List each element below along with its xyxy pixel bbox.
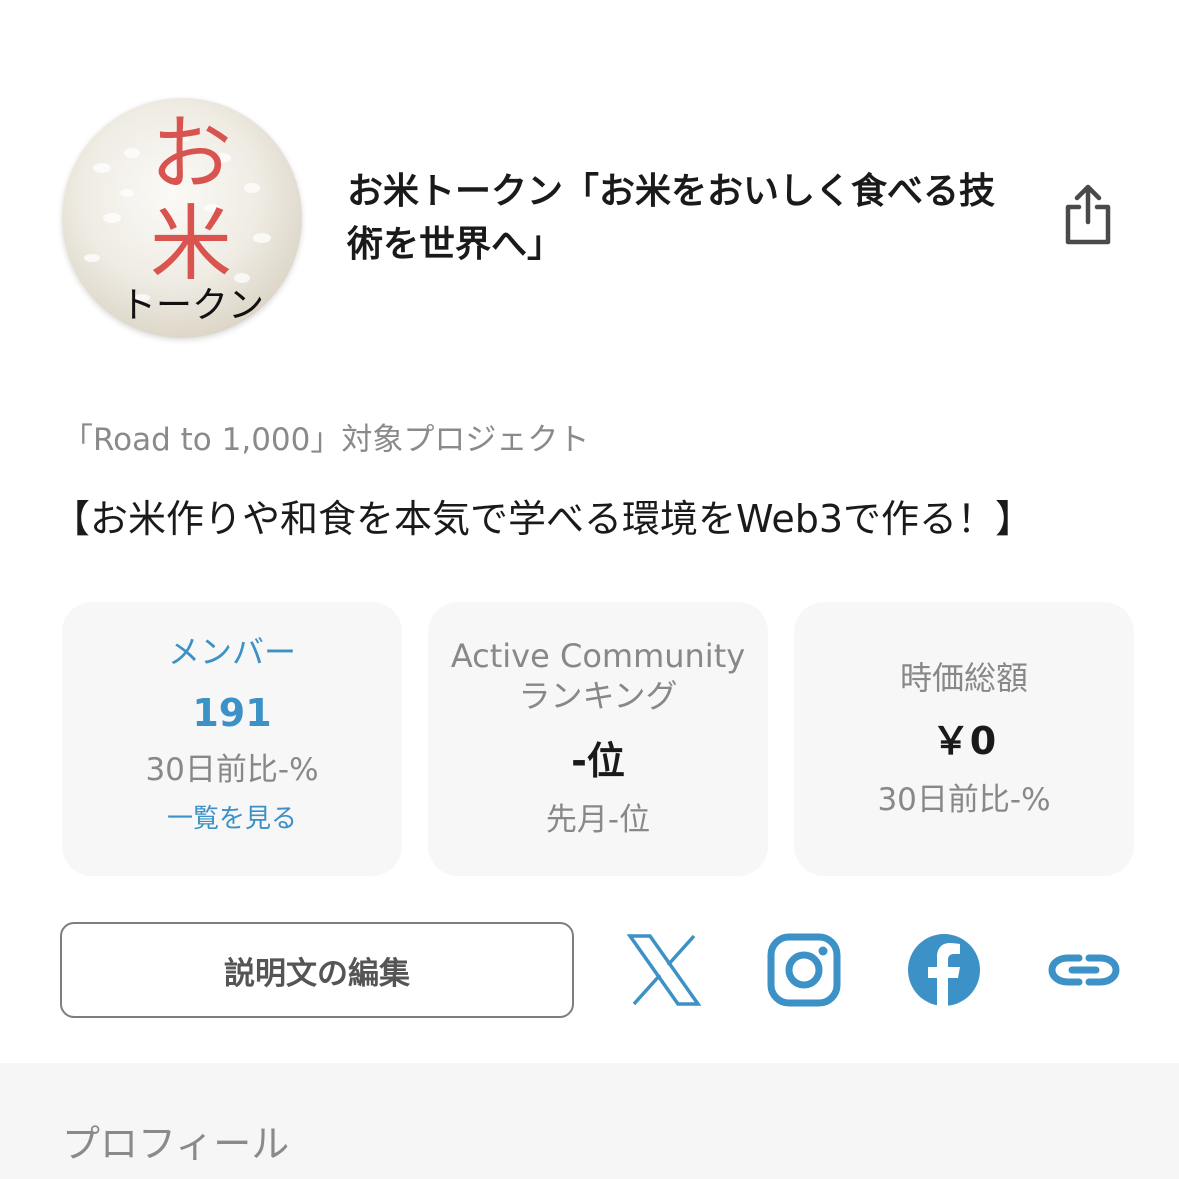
ranking-label: Active Community ランキング [428,602,768,716]
ranking-value: -位 [571,739,625,783]
x-icon[interactable] [626,932,702,1008]
logo-subtext: トークン [120,285,265,326]
ranking-label-line2: ランキング [518,677,678,715]
market-cap-card: 時価総額 ￥0 30日前比-% [794,602,1134,876]
market-cap-label: 時価総額 [899,659,1028,697]
view-members-link[interactable]: 一覧を見る [62,802,402,836]
ranking-last-month: 先月-位 [545,802,651,838]
project-description: 【お米作りや和食を本気で学べる環境をWeb3で作る！】 [52,497,1034,541]
market-cap-value: ￥0 [931,719,997,763]
project-avatar: お 米 トークン [62,98,302,338]
profile-section: プロフィール [0,1063,1179,1179]
ranking-label-line1: Active Community [450,637,746,675]
logo-char-kome: 米 [150,197,233,292]
profile-title: プロフィール [62,1122,290,1166]
project-title: お米トークン「お米をおいしく食べる技術を世界へ」 [347,171,996,265]
members-label: メンバー [167,633,296,671]
market-cap-change: 30日前比-% [877,782,1051,818]
road-to-1000-label: 「Road to 1,000」対象プロジェクト [62,422,590,458]
link-icon[interactable] [1046,932,1122,1008]
members-card: メンバー 191 30日前比-% 一覧を見る [62,602,402,876]
instagram-icon[interactable] [766,932,842,1008]
logo-char-o: お [150,107,233,202]
members-count: 191 [192,691,272,735]
members-change: 30日前比-% [145,752,319,788]
share-icon [1065,184,1111,245]
ranking-card: Active Community ランキング -位 先月-位 [428,602,768,876]
facebook-icon[interactable] [906,932,982,1008]
share-button[interactable] [1058,182,1118,246]
edit-description-button[interactable]: 説明文の編集 [60,922,574,1018]
